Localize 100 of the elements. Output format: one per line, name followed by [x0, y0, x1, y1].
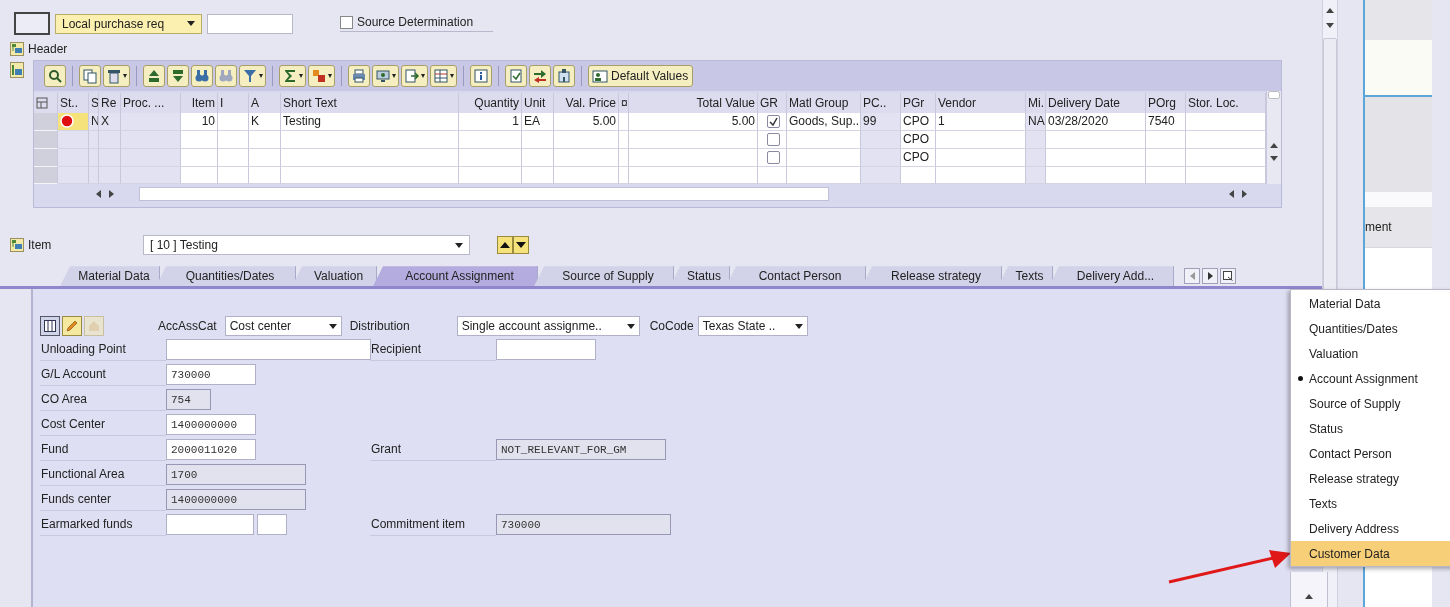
binoculars-disabled-icon	[218, 67, 234, 84]
input-field[interactable]: 2000011020	[166, 439, 256, 461]
toolbar-button[interactable]	[279, 64, 306, 87]
input-field[interactable]: 1400000000	[166, 414, 256, 436]
column-header[interactable]: Unit	[522, 92, 554, 113]
toolbar-button[interactable]	[430, 64, 457, 87]
scroll-tabs-right-button[interactable]	[1202, 268, 1218, 285]
checkbox[interactable]	[767, 132, 780, 146]
tab[interactable]: Source of Supply	[534, 266, 674, 287]
toolbar-button[interactable]	[191, 64, 213, 87]
item-dropdown[interactable]: [ 10 ] Testing	[143, 235, 470, 256]
column-header[interactable]: St..	[58, 92, 89, 113]
scroll-right-icon	[1242, 189, 1247, 198]
toolbar-button[interactable]	[167, 64, 189, 87]
toolbar-button[interactable]	[470, 64, 492, 87]
toolbar-button[interactable]	[401, 64, 428, 87]
input-field[interactable]	[257, 514, 287, 536]
distribution-dropdown[interactable]: Single account assignme..	[456, 316, 640, 337]
tab[interactable]: Release strategy	[862, 266, 1002, 287]
account-category-dropdown[interactable]: Cost center	[224, 316, 342, 337]
column-header: ment	[1365, 207, 1432, 247]
menu-item[interactable]: Quantities/Dates	[1291, 316, 1450, 341]
dropdown-arrow-icon	[328, 73, 332, 78]
column-header[interactable]: PC..	[861, 92, 901, 113]
trash-icon	[106, 67, 122, 84]
checkbox[interactable]	[767, 114, 780, 128]
column-header[interactable]: PGr	[901, 92, 936, 113]
scrollbar-track[interactable]	[139, 186, 829, 201]
tab[interactable]: Quantities/Dates	[156, 266, 296, 287]
table-settings-icon	[36, 96, 48, 109]
column-header[interactable]: Matl Group	[787, 92, 861, 113]
toolbar-button[interactable]	[79, 64, 101, 87]
square-button[interactable]	[14, 12, 50, 35]
toolbar-button[interactable]	[143, 64, 165, 87]
menu-item[interactable]: Customer Data	[1291, 541, 1450, 566]
input-field[interactable]: 1400000000	[166, 489, 306, 511]
column-header[interactable]: A	[249, 92, 281, 113]
tab[interactable]: Valuation	[292, 266, 377, 287]
document-number-field[interactable]	[207, 13, 293, 34]
binoculars-icon	[194, 67, 210, 84]
column-header[interactable]: POrg	[1146, 92, 1186, 113]
company-code-dropdown[interactable]: Texas State ..	[697, 316, 808, 337]
vertical-scrollbar[interactable]	[1290, 572, 1328, 607]
input-field[interactable]	[166, 339, 371, 361]
column-header[interactable]: Vendor	[936, 92, 1026, 113]
menu-item[interactable]: Material Data	[1291, 291, 1450, 316]
input-field[interactable]: 1700	[166, 464, 306, 486]
column-header[interactable]: Stor. Loc.	[1186, 92, 1266, 113]
input-field[interactable]: 730000	[496, 514, 671, 536]
tab[interactable]: Contact Person	[726, 266, 866, 287]
toolbar-button[interactable]	[372, 64, 399, 87]
menu-item[interactable]: Contact Person	[1291, 441, 1450, 466]
menu-item[interactable]: Status	[1291, 416, 1450, 441]
column-header[interactable]: Re	[99, 92, 121, 113]
input-field[interactable]: 730000	[166, 364, 256, 386]
tab-list-button[interactable]	[1220, 268, 1236, 285]
checkbox[interactable]	[340, 15, 353, 29]
column-header[interactable]	[34, 92, 58, 113]
menu-item[interactable]: Valuation	[1291, 341, 1450, 366]
input-field[interactable]: 754	[166, 389, 211, 411]
default-values-button[interactable]: Default Values	[588, 64, 694, 87]
next-item-button[interactable]	[513, 236, 529, 255]
tab[interactable]: Texts	[998, 266, 1053, 287]
column-header[interactable]: I	[218, 92, 249, 113]
copy-icon	[82, 67, 98, 84]
toolbar-button[interactable]	[308, 64, 335, 87]
left-arrow-icon	[1189, 272, 1195, 281]
menu-item[interactable]: Account Assignment	[1291, 366, 1450, 391]
tab[interactable]: Material Data	[60, 266, 160, 287]
column-header[interactable]: Delivery Date	[1046, 92, 1146, 113]
menu-item[interactable]: Texts	[1291, 491, 1450, 516]
vertical-scrollbar[interactable]	[1266, 90, 1281, 184]
person-card-icon	[592, 67, 608, 84]
column-header[interactable]: Short Text	[281, 92, 459, 113]
tab[interactable]: Delivery Add...	[1049, 266, 1174, 287]
toolbar-button[interactable]	[553, 64, 575, 87]
column-header[interactable]: Mi..	[1026, 92, 1046, 113]
toolbar-button[interactable]	[348, 64, 370, 87]
toolbar-button[interactable]	[505, 64, 527, 87]
toolbar-button[interactable]	[239, 64, 266, 87]
toolbar-button[interactable]	[529, 64, 551, 87]
checkbox[interactable]	[767, 150, 780, 164]
house-icon	[88, 320, 100, 333]
document-type-dropdown[interactable]: Local purchase req	[55, 13, 202, 34]
column-header[interactable]: Proc. ...	[121, 92, 181, 113]
menu-item[interactable]: Release strategy	[1291, 466, 1450, 491]
input-field[interactable]: NOT_RELEVANT_FOR_GM	[496, 439, 666, 461]
toolbar-button[interactable]	[44, 64, 66, 87]
tab[interactable]: Status	[670, 266, 730, 287]
multiple-account-button[interactable]	[40, 316, 60, 337]
menu-item[interactable]: Delivery Address	[1291, 516, 1450, 541]
input-field[interactable]	[496, 339, 596, 361]
tab[interactable]: Account Assignment	[373, 266, 538, 287]
column-header[interactable]: GR	[758, 92, 787, 113]
dropdown-arrow-icon	[626, 323, 635, 329]
menu-item[interactable]: Source of Supply	[1291, 391, 1450, 416]
scroll-up-icon	[1326, 8, 1334, 13]
previous-item-button[interactable]	[497, 236, 513, 255]
toolbar-button[interactable]	[103, 64, 130, 87]
input-field[interactable]	[166, 514, 254, 536]
